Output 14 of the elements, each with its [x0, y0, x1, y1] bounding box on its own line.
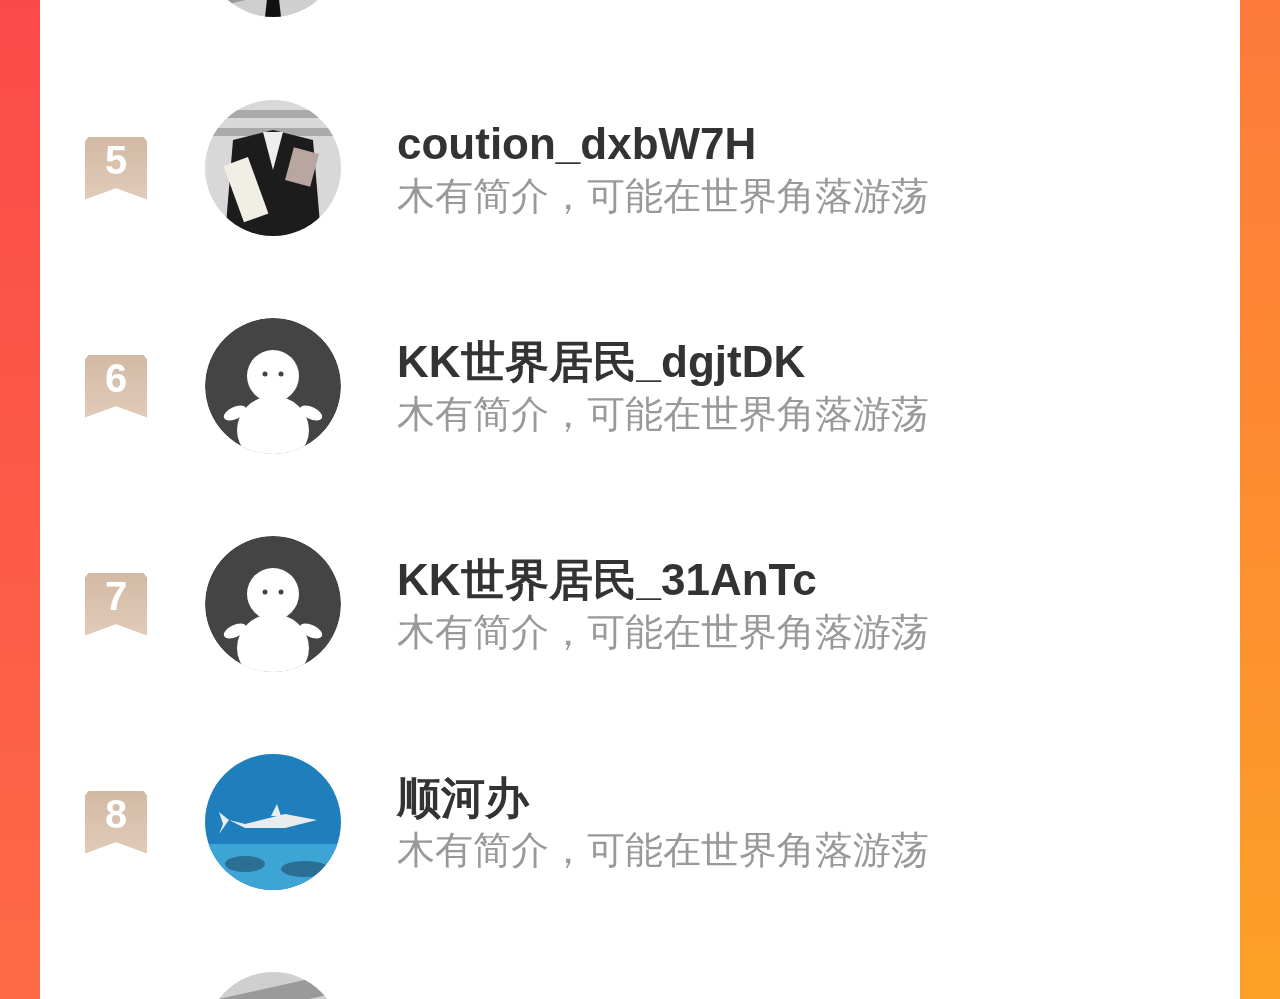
avatar-icon: [205, 536, 341, 672]
avatar-icon: [205, 318, 341, 454]
rank-ribbon: 6: [85, 354, 147, 418]
user-name[interactable]: KK世界居民_dgjtDK: [397, 335, 929, 389]
user-bio: 木有简介，可能在世界角落游荡: [397, 392, 929, 437]
user-name[interactable]: coution_dxbW7H: [397, 117, 929, 171]
rank-ribbon: 5: [85, 136, 147, 200]
rank-ribbon: 8: [85, 790, 147, 854]
user-name[interactable]: 顺河办: [397, 771, 929, 825]
user-bio: 木有简介，可能在世界角落游荡: [397, 828, 929, 873]
user-bio: 木有简介，可能在世界角落游荡: [397, 174, 929, 219]
rank-ribbon: 7: [85, 572, 147, 636]
user-bio: 木有简介，可能在世界角落游荡: [397, 610, 929, 655]
user-name[interactable]: KK世界居民_31AnTc: [397, 553, 929, 607]
